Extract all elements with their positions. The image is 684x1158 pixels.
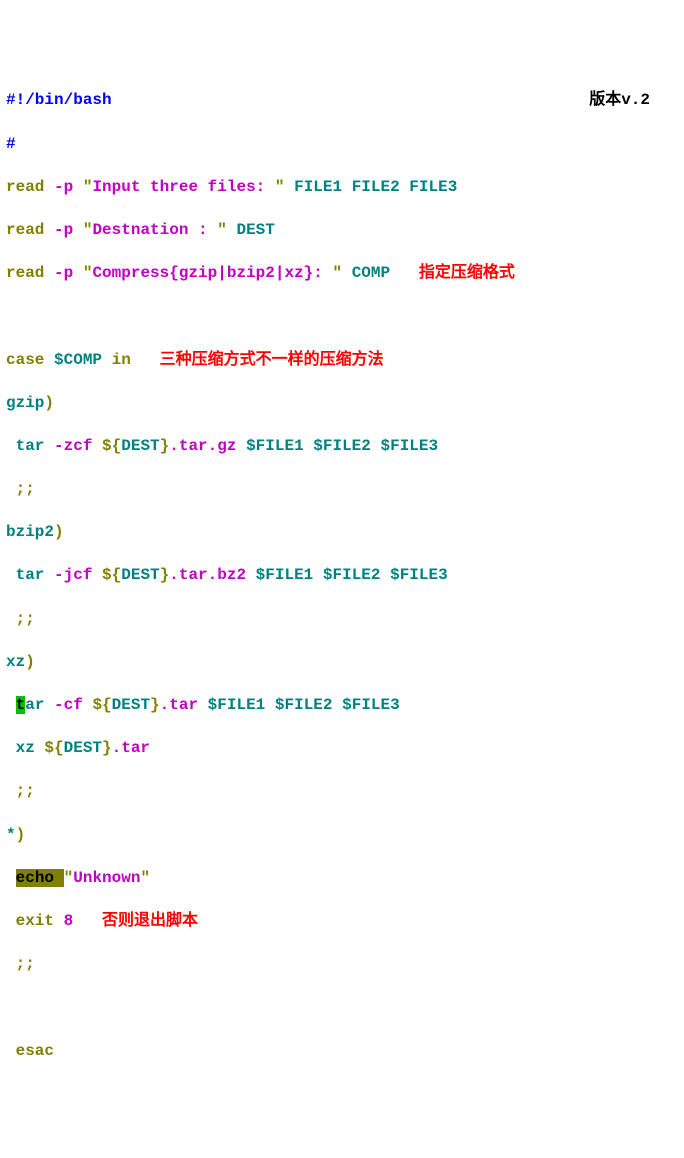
code-line-17: ;; <box>6 781 678 803</box>
code-line-19: echo "Unknown" <box>6 868 678 890</box>
comment-hash: # <box>6 135 16 153</box>
version-label: 版本v.2 <box>589 90 650 112</box>
code-line-2: # <box>6 134 678 156</box>
shebang: #!/bin/bash <box>6 91 112 109</box>
hl-echo: echo <box>16 869 64 887</box>
code-line-4: read -p "Destnation : " DEST <box>6 220 678 242</box>
code-line-23: esac <box>6 1041 678 1063</box>
code-line-12: tar -jcf ${DEST}.tar.bz2 $FILE1 $FILE2 $… <box>6 565 678 587</box>
code-line-15: tar -cf ${DEST}.tar $FILE1 $FILE2 $FILE3 <box>6 695 678 717</box>
code-line-3: read -p "Input three files: " FILE1 FILE… <box>6 177 678 199</box>
blank-line <box>6 306 678 328</box>
code-line-20: exit 8 否则退出脚本 <box>6 911 678 933</box>
code-line-9: tar -zcf ${DEST}.tar.gz $FILE1 $FILE2 $F… <box>6 436 678 458</box>
code-line-21: ;; <box>6 954 678 976</box>
code-line-18: *) <box>6 825 678 847</box>
annotation-3: 否则退出脚本 <box>73 912 198 930</box>
annotation-2: 三种压缩方式不一样的压缩方法 <box>131 351 384 369</box>
code-line-14: xz) <box>6 652 678 674</box>
code-line-11: bzip2) <box>6 522 678 544</box>
code-line-13: ;; <box>6 609 678 631</box>
code-line-8: gzip) <box>6 393 678 415</box>
blank-line-2 <box>6 997 678 1019</box>
code-line-1: #!/bin/bash 版本v.2 <box>6 90 678 112</box>
code-line-5: read -p "Compress{gzip|bzip2|xz}: " COMP… <box>6 263 678 285</box>
code-line-7: case $COMP in 三种压缩方式不一样的压缩方法 <box>6 350 678 372</box>
annotation-1: 指定压缩格式 <box>390 264 515 282</box>
code-line-16: xz ${DEST}.tar <box>6 738 678 760</box>
code-line-10: ;; <box>6 479 678 501</box>
hl-char: t <box>16 696 26 714</box>
